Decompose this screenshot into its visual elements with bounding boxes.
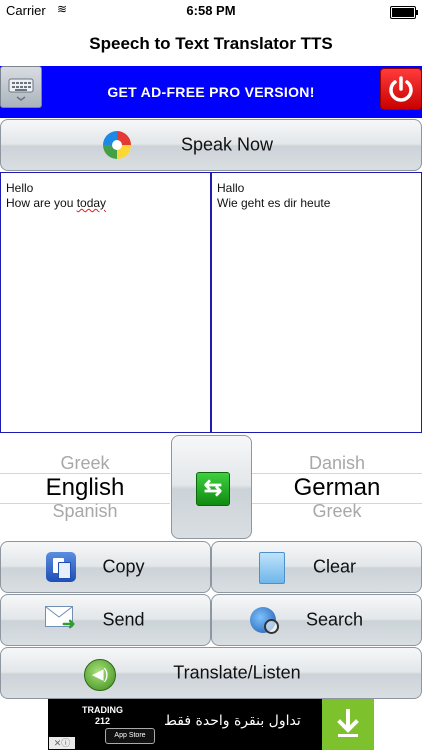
misspelled-word: today (76, 196, 107, 210)
swap-languages-button[interactable]: ⇆ (171, 435, 252, 539)
ad-logo: TRADING 212 (82, 705, 123, 726)
search-button[interactable]: Search (211, 594, 422, 646)
page-title: Speech to Text Translator TTS (89, 34, 333, 53)
selected-source-language[interactable]: English (0, 474, 170, 502)
translate-listen-label: Translate/Listen (173, 662, 301, 683)
status-bar: Carrier ≋ 6:58 PM (0, 0, 422, 22)
search-label: Search (305, 609, 364, 630)
picker-option[interactable]: Greek (0, 453, 170, 474)
speak-now-button[interactable]: Speak Now (0, 119, 422, 171)
translated-text-area[interactable]: Hallo Wie geht es dir heute (211, 172, 422, 433)
ad-close-icon[interactable]: ✕ⓘ (49, 737, 75, 749)
send-button[interactable]: ➜ Send (0, 594, 211, 646)
clear-label: Clear (312, 556, 356, 577)
source-language-picker[interactable]: Greek English Spanish (0, 437, 170, 537)
copy-button[interactable]: Copy (0, 541, 211, 593)
pro-version-label[interactable]: GET AD-FREE PRO VERSION! (0, 66, 422, 118)
navigation-bar: Speech to Text Translator TTS (0, 22, 422, 66)
copy-label: Copy (102, 556, 145, 577)
target-line-1: Hallo (217, 181, 245, 195)
target-line-2: Wie geht es dir heute (217, 196, 331, 210)
swap-arrows-icon: ⇆ (196, 472, 230, 506)
picker-option[interactable]: Spanish (0, 501, 170, 522)
power-icon[interactable] (380, 68, 422, 110)
clear-button[interactable]: Clear (211, 541, 422, 593)
send-label: Send (102, 609, 145, 630)
download-icon[interactable] (322, 699, 374, 750)
pro-version-banner[interactable]: GET AD-FREE PRO VERSION! (0, 66, 422, 118)
target-language-picker[interactable]: Danish German Greek (252, 437, 422, 537)
source-text-area[interactable]: Hello How are you today (0, 172, 211, 433)
app-store-badge[interactable]: App Store (105, 728, 155, 744)
status-time: 6:58 PM (186, 3, 236, 18)
translate-listen-button[interactable]: ◀) Translate/Listen (0, 647, 422, 699)
speak-now-label: Speak Now (180, 134, 274, 155)
keyboard-icon[interactable] (0, 66, 42, 108)
picker-option[interactable]: Greek (252, 501, 422, 522)
ad-headline: تداول بنقرة واحدة فقط (164, 713, 301, 729)
selected-target-language[interactable]: German (252, 474, 422, 502)
battery-icon (390, 6, 418, 19)
source-line-2: How are you today (6, 196, 107, 210)
picker-option[interactable]: Danish (252, 453, 422, 474)
source-line-1: Hello (6, 181, 34, 195)
